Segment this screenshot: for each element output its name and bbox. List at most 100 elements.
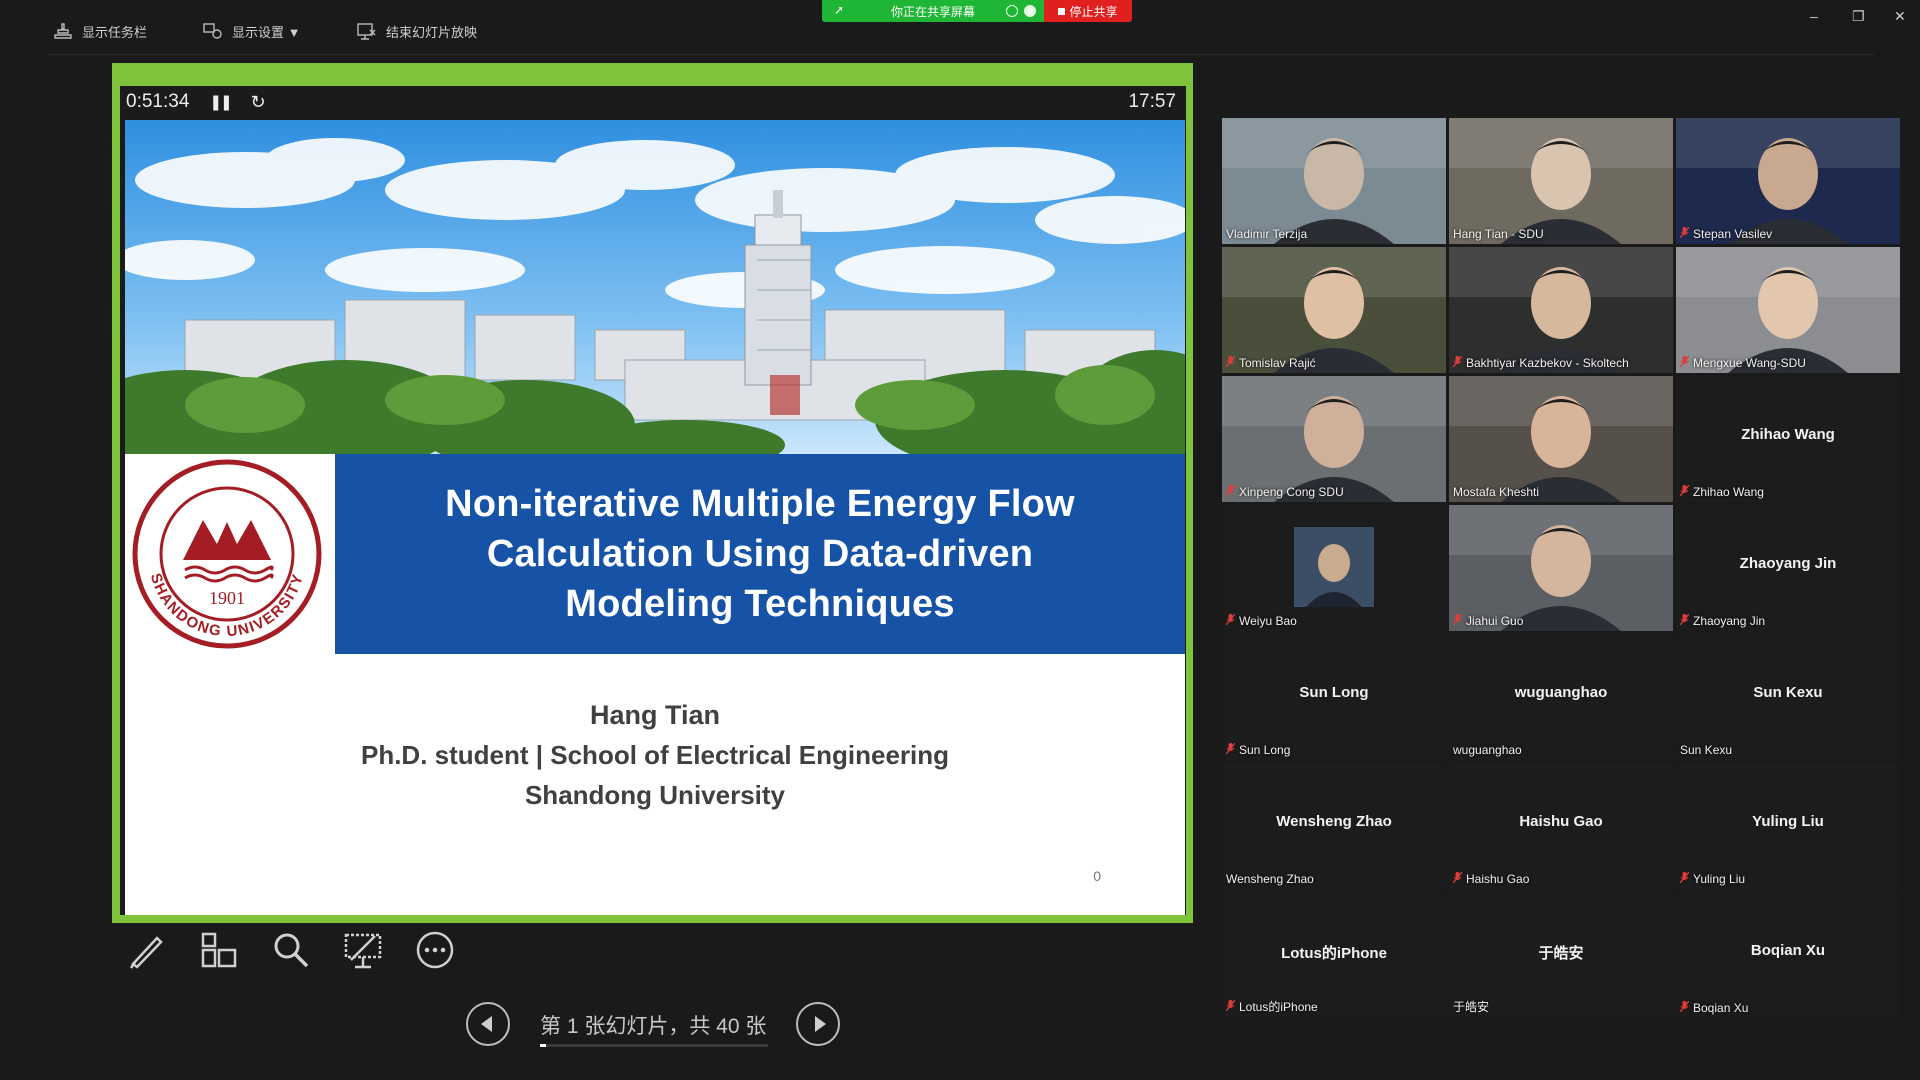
- presenter-tools: [125, 928, 457, 972]
- pen-icon: [129, 936, 163, 969]
- taskbar-icon: [54, 23, 72, 39]
- slide-title-band: Non-iterative Multiple Energy Flow Calcu…: [335, 454, 1185, 654]
- pause-timer-icon[interactable]: ❚❚: [209, 93, 232, 111]
- participant-tile[interactable]: Wensheng Zhao Wensheng Zhao: [1222, 763, 1446, 889]
- display-settings-button[interactable]: 显示设置 ▼: [202, 20, 300, 42]
- display-settings-label: 显示设置 ▼: [232, 24, 301, 40]
- participant-name-label: Bakhtiyar Kazbekov - Skoltech: [1452, 355, 1629, 370]
- participant-tile[interactable]: wuguanghao wuguanghao: [1449, 634, 1673, 760]
- sharing-status[interactable]: ➚ 你正在共享屏幕: [822, 0, 1044, 22]
- participant-tile[interactable]: Mostafa Kheshti: [1449, 376, 1673, 502]
- participant-name-label: Sun Long: [1225, 742, 1291, 757]
- restore-button[interactable]: ❐: [1852, 8, 1865, 25]
- share-arrow-icon: ➚: [834, 3, 845, 17]
- participant-tile[interactable]: Bakhtiyar Kazbekov - Skoltech: [1449, 247, 1673, 373]
- see-all-slides-button[interactable]: [197, 928, 241, 972]
- participant-name-label: Haishu Gao: [1452, 871, 1530, 886]
- share-secure-icon: [1024, 5, 1036, 17]
- slide-counter: 第 1 张幻灯片，共 40 张: [540, 1015, 767, 1038]
- participant-tile[interactable]: Vladimir Terzija: [1222, 118, 1446, 244]
- participant-name-label: Zhihao Wang: [1679, 484, 1764, 499]
- participant-display-name: Lotus的iPhone: [1281, 945, 1387, 962]
- participant-tile[interactable]: Sun Long Sun Long: [1222, 634, 1446, 760]
- muted-mic-icon: [1679, 226, 1690, 241]
- logo-year: 1901: [209, 588, 245, 608]
- participant-name-label: Stepan Vasilev: [1679, 226, 1772, 241]
- muted-mic-icon: [1225, 613, 1236, 628]
- current-clock: 17:57: [1128, 91, 1176, 112]
- stop-share-label: 停止共享: [1069, 4, 1118, 19]
- participant-name: Tomislav Rajić: [1239, 356, 1316, 370]
- author-block: Hang Tian Ph.D. student | School of Elec…: [125, 695, 1185, 815]
- end-slideshow-button[interactable]: 结束幻灯片放映: [356, 20, 477, 42]
- participant-tile[interactable]: Haishu Gao Haishu Gao: [1449, 763, 1673, 889]
- participant-tile[interactable]: Sun Kexu Sun Kexu: [1676, 634, 1900, 760]
- participant-name: Zhihao Wang: [1693, 485, 1764, 499]
- show-taskbar-button[interactable]: 显示任务栏: [52, 20, 147, 42]
- pen-tool-button[interactable]: [125, 928, 169, 972]
- current-slide[interactable]: 1901 SHANDONG UNIVERSITY Non-iterative M…: [125, 120, 1185, 915]
- previous-arrow-icon: [481, 1016, 492, 1032]
- participant-name-label: Yuling Liu: [1679, 871, 1746, 886]
- participant-name: Yuling Liu: [1693, 872, 1746, 886]
- participant-tile[interactable]: Weiyu Bao: [1222, 505, 1446, 631]
- participant-name: Wensheng Zhao: [1226, 872, 1314, 886]
- participant-video: [1222, 118, 1446, 244]
- next-slide-button[interactable]: [796, 1002, 840, 1046]
- participant-name: Mengxue Wang-SDU: [1693, 356, 1806, 370]
- participant-name-label: Mostafa Kheshti: [1453, 485, 1539, 499]
- participant-tile[interactable]: Tomislav Rajić: [1222, 247, 1446, 373]
- participant-tile[interactable]: Stepan Vasilev: [1676, 118, 1900, 244]
- more-icon: [416, 931, 454, 969]
- participant-video: [1222, 247, 1446, 373]
- participant-tile[interactable]: Boqian Xu Boqian Xu: [1676, 892, 1900, 1018]
- more-options-button[interactable]: [413, 928, 457, 972]
- participant-tile[interactable]: Xinpeng Cong SDU: [1222, 376, 1446, 502]
- sharing-indicator: ➚ 你正在共享屏幕 停止共享: [822, 0, 1132, 22]
- participant-name: Sun Long: [1239, 743, 1291, 757]
- participant-name: 于皓安: [1453, 1000, 1490, 1014]
- participant-name-label: Wensheng Zhao: [1226, 872, 1314, 886]
- participant-name: Haishu Gao: [1466, 872, 1530, 886]
- previous-slide-button[interactable]: [466, 1002, 510, 1046]
- campus-photo: [125, 120, 1185, 454]
- zoom-button[interactable]: [269, 928, 313, 972]
- muted-mic-icon: [1225, 999, 1236, 1014]
- participant-display-name: 于皓安: [1538, 945, 1584, 962]
- participant-tile[interactable]: Hang Tian - SDU: [1449, 118, 1673, 244]
- slide-title-line-2: Calculation Using Data-driven: [486, 533, 1034, 575]
- participant-display-name: wuguanghao: [1514, 684, 1608, 701]
- participant-tile[interactable]: Jiahui Guo: [1449, 505, 1673, 631]
- muted-mic-icon: [1452, 871, 1463, 886]
- muted-mic-icon: [1679, 1000, 1690, 1015]
- close-button[interactable]: ✕: [1894, 8, 1906, 25]
- magnifier-icon: [274, 933, 309, 968]
- participant-name: Jiahui Guo: [1466, 614, 1524, 628]
- participant-name: Zhaoyang Jin: [1693, 614, 1766, 628]
- participant-display-name: Zhaoyang Jin: [1739, 555, 1837, 572]
- slide-progress-bar: [540, 1044, 768, 1047]
- pause-share-icon[interactable]: [1006, 5, 1018, 17]
- participant-tile[interactable]: Yuling Liu Yuling Liu: [1676, 763, 1900, 889]
- participant-name-label: Xinpeng Cong SDU: [1225, 484, 1344, 499]
- participant-tile[interactable]: Zhaoyang Jin Zhaoyang Jin: [1676, 505, 1900, 631]
- participant-name: Hang Tian - SDU: [1453, 227, 1544, 241]
- participant-tile[interactable]: Zhihao Wang Zhihao Wang: [1676, 376, 1900, 502]
- participant-video: [1449, 247, 1673, 373]
- slide-title-line-1: Non-iterative Multiple Energy Flow: [445, 483, 1075, 525]
- elapsed-timer: 0:51:34: [126, 91, 190, 112]
- black-screen-button[interactable]: [341, 928, 385, 972]
- stop-share-button[interactable]: 停止共享: [1044, 0, 1132, 22]
- participant-name-label: wuguanghao: [1453, 743, 1522, 757]
- participant-tile[interactable]: Mengxue Wang-SDU: [1676, 247, 1900, 373]
- muted-mic-icon: [1679, 871, 1690, 886]
- participant-name-label: Tomislav Rajić: [1225, 355, 1316, 370]
- participant-tile[interactable]: 于皓安 于皓安: [1449, 892, 1673, 1018]
- participant-tile[interactable]: Lotus的iPhone Lotus的iPhone: [1222, 892, 1446, 1018]
- presenter-timer-bar: 0:51:34 ❚❚ ↻ 17:57: [120, 86, 1186, 118]
- toolbar-divider: [48, 54, 1874, 55]
- reset-timer-icon[interactable]: ↻: [251, 92, 266, 113]
- sharing-status-label: 你正在共享屏幕: [890, 4, 975, 19]
- minimize-button[interactable]: –: [1810, 8, 1818, 24]
- show-taskbar-label: 显示任务栏: [82, 24, 148, 40]
